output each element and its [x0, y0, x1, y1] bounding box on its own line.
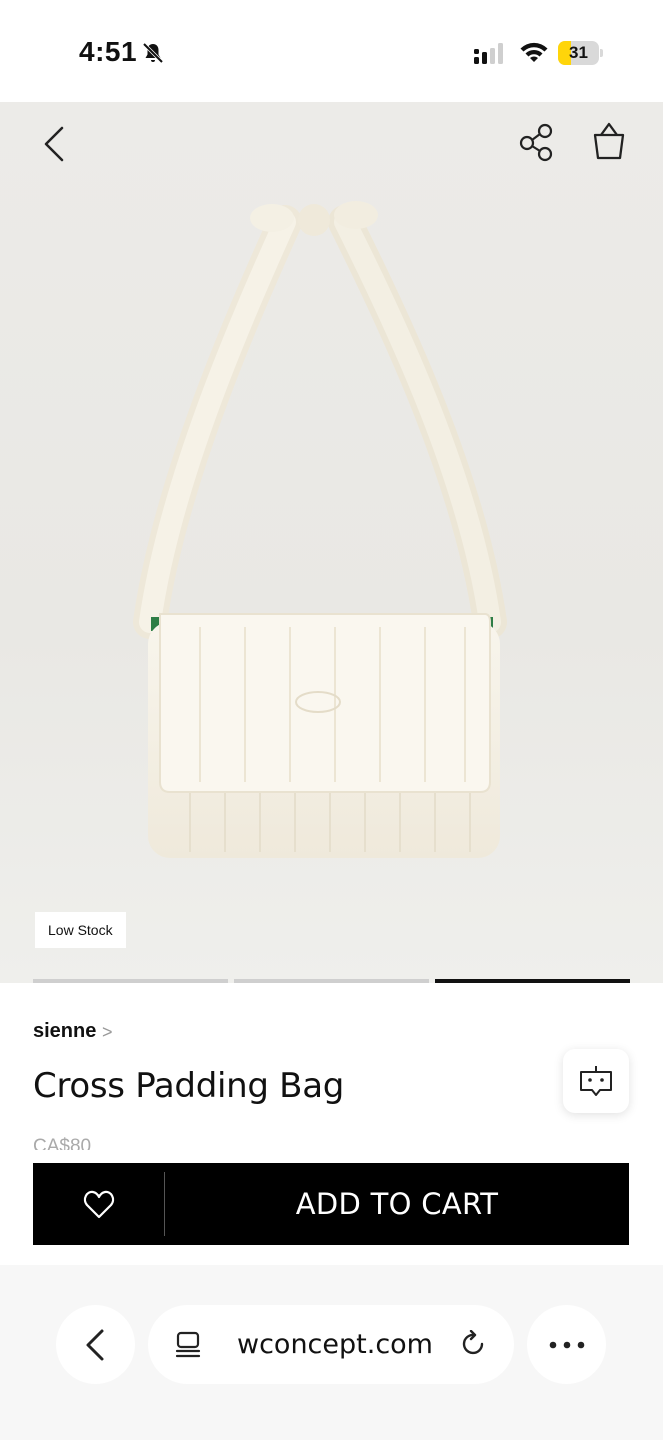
cellular-signal-icon: [474, 43, 503, 64]
back-chevron-icon[interactable]: [36, 122, 76, 166]
browser-more-button[interactable]: [527, 1305, 606, 1384]
product-photo: [133, 201, 507, 858]
add-to-cart-button[interactable]: ADD TO CART: [165, 1163, 629, 1245]
brand-link[interactable]: sienne: [33, 1020, 96, 1043]
cart-bar: ADD TO CART: [33, 1163, 629, 1245]
url-text: wconcept.com: [237, 1329, 433, 1360]
product-title: Cross Padding Bag: [33, 1066, 345, 1106]
shopping-basket-icon[interactable]: [589, 120, 629, 162]
more-icon: [549, 1341, 585, 1349]
share-icon[interactable]: [518, 122, 556, 162]
gallery-page-indicator-2[interactable]: [234, 979, 429, 983]
low-stock-badge: Low Stock: [35, 912, 126, 948]
browser-toolbar: wconcept.com: [0, 1265, 663, 1440]
product-price: CA$80: [33, 1136, 92, 1150]
battery-icon: 31: [558, 41, 604, 65]
gallery-page-indicator-1[interactable]: [33, 979, 228, 983]
status-time: 4:51: [79, 36, 138, 67]
battery-percent: 31: [569, 43, 588, 62]
heart-icon: [83, 1190, 115, 1219]
address-bar[interactable]: wconcept.com: [148, 1305, 514, 1384]
gallery-page-indicator-3-active[interactable]: [435, 979, 630, 983]
bell-slash-icon: [142, 42, 164, 64]
status-bar: 4:51 31: [0, 0, 663, 102]
chatbot-button[interactable]: [563, 1049, 629, 1113]
wishlist-button[interactable]: [33, 1163, 164, 1245]
chatbot-icon: [580, 1066, 612, 1096]
browser-back-button[interactable]: [56, 1305, 135, 1384]
reload-icon[interactable]: [460, 1330, 488, 1360]
product-image-gallery[interactable]: Low Stock: [0, 102, 663, 983]
wifi-icon: [520, 42, 548, 62]
chevron-right-icon: >: [102, 1022, 113, 1042]
tabs-icon[interactable]: [174, 1331, 202, 1359]
back-chevron-icon: [86, 1329, 104, 1361]
